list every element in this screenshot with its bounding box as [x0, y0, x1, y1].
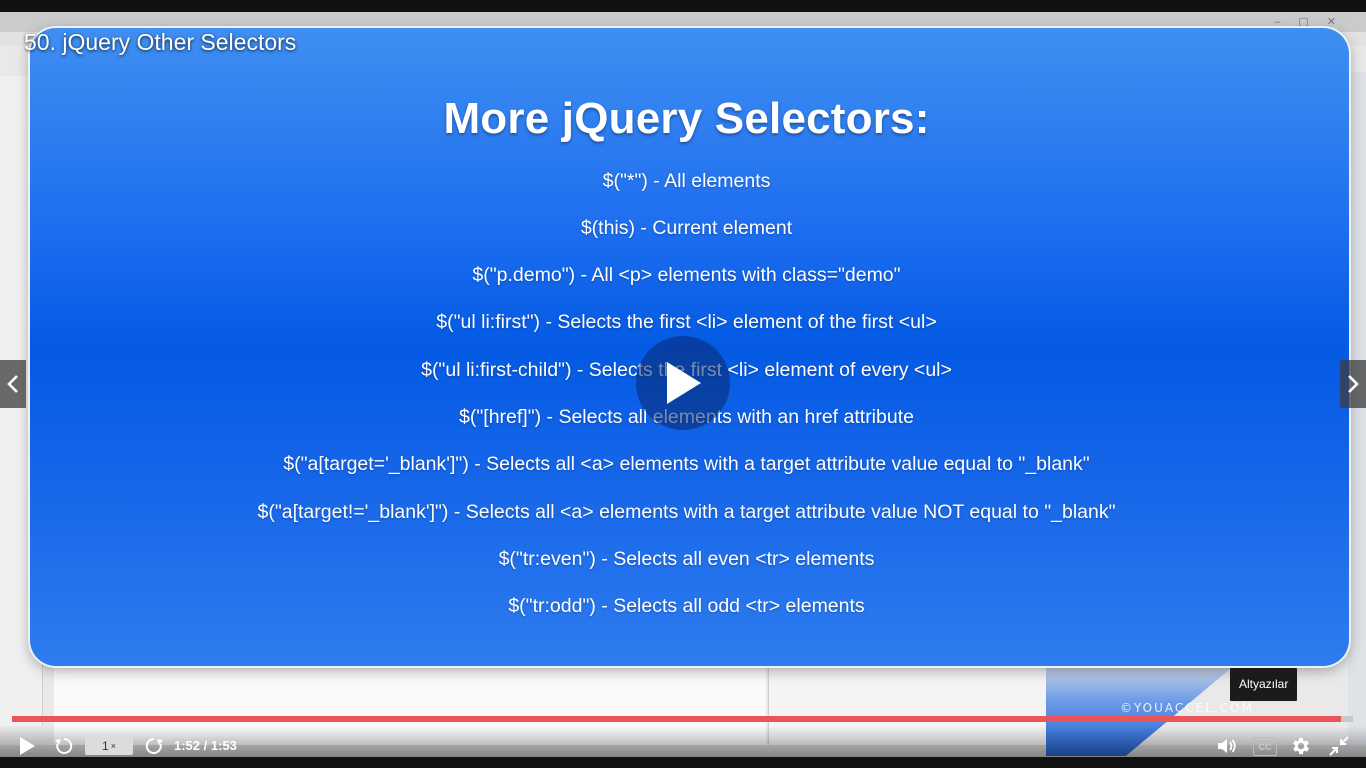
selector-line: $(this) - Current element	[580, 217, 793, 239]
selector-line: $("tr:odd") - Selects all odd <tr> eleme…	[508, 595, 865, 617]
captions-tooltip: Altyazılar	[1230, 668, 1298, 701]
background-window-buttons: –▢✕	[1274, 16, 1354, 28]
rewind-icon	[55, 737, 73, 754]
volume-icon	[1218, 739, 1236, 753]
video-title: 50. jQuery Other Selectors	[24, 29, 297, 55]
progress-fill	[12, 716, 1341, 722]
next-lecture-button[interactable]	[1340, 360, 1366, 408]
exit-fullscreen-icon	[1329, 736, 1349, 756]
settings-button[interactable]	[1288, 733, 1314, 759]
speed-suffix: ×	[110, 740, 116, 751]
slide-title: More jQuery Selectors:	[443, 94, 930, 143]
playback-speed-button[interactable]: 1 ×	[85, 736, 133, 755]
control-bar: 1 × 1:52 / 1:53 CC	[0, 726, 1366, 766]
speed-value: 1	[102, 738, 109, 753]
selector-line: $("a[target='_blank']") - Selects all <a…	[283, 453, 1090, 475]
volume-button[interactable]	[1215, 734, 1239, 758]
captions-button[interactable]: CC	[1253, 737, 1277, 756]
gear-icon	[1293, 737, 1309, 755]
selector-line: $("*") - All elements	[602, 170, 771, 192]
forward-button[interactable]	[142, 734, 166, 758]
time-display: 1:52 / 1:53	[174, 738, 237, 753]
chevron-right-icon	[1348, 375, 1359, 393]
exit-fullscreen-button[interactable]	[1326, 733, 1352, 759]
forward-icon	[145, 737, 163, 754]
progress-bar[interactable]	[12, 716, 1353, 722]
selector-line: $("ul li:first") - Selects the first <li…	[436, 311, 937, 333]
play-button[interactable]	[14, 734, 40, 758]
play-icon	[20, 737, 35, 755]
previous-lecture-button[interactable]	[0, 360, 26, 408]
video-player[interactable]: –▢✕ More jQuery Selectors: $("*") - All …	[0, 0, 1366, 768]
big-play-button[interactable]	[636, 336, 730, 430]
rewind-button[interactable]	[52, 734, 76, 758]
selector-line: $("a[target!='_blank']") - Selects all <…	[257, 501, 1116, 523]
chevron-left-icon	[7, 375, 18, 393]
play-icon	[667, 362, 701, 404]
youaccel-watermark: ©YOUACCEL.COM	[1120, 701, 1254, 715]
selector-line: $("tr:even") - Selects all even <tr> ele…	[498, 548, 875, 570]
selector-line: $("p.demo") - All <p> elements with clas…	[472, 264, 901, 286]
